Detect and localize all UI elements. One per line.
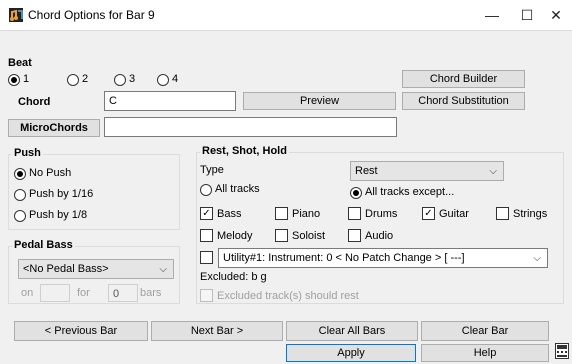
beat-label: Beat xyxy=(8,57,32,69)
push-radio-no-push[interactable]: No Push xyxy=(14,167,134,181)
track-label: Melody xyxy=(217,230,253,242)
beat-option-label: 4 xyxy=(172,73,179,85)
track-checkbox-strings[interactable]: Strings xyxy=(496,207,558,221)
track-label: Audio xyxy=(365,230,394,242)
beat-option-label: 3 xyxy=(129,73,136,85)
keyboard-icon[interactable] xyxy=(555,343,569,359)
push-option-label: Push by 1/8 xyxy=(29,209,88,221)
checkbox-icon xyxy=(200,229,213,242)
pedal-for-input[interactable]: 0 xyxy=(108,284,138,302)
app-icon xyxy=(9,8,23,22)
track-label: Soloist xyxy=(292,230,326,242)
push-radio-1-8[interactable]: Push by 1/8 xyxy=(14,209,134,223)
radio-icon xyxy=(14,210,26,222)
clear-bar-button[interactable]: Clear Bar xyxy=(421,321,549,341)
rest-radio-all-except[interactable]: All tracks except... xyxy=(350,186,490,200)
pedal-for-label: for xyxy=(77,287,90,299)
radio-icon xyxy=(200,184,212,196)
close-button[interactable]: ✕ xyxy=(541,4,571,26)
track-label: Bass xyxy=(217,208,242,220)
push-radio-1-16[interactable]: Push by 1/16 xyxy=(14,188,134,202)
checkbox-icon xyxy=(348,207,361,220)
radio-icon xyxy=(14,189,26,201)
track-checkbox-drums[interactable]: Drums xyxy=(348,207,408,221)
track-checkbox-melody[interactable]: Melody xyxy=(200,229,260,243)
track-checkbox-audio[interactable]: Audio xyxy=(348,229,408,243)
radio-icon xyxy=(114,74,126,86)
pedal-bass-label: Pedal Bass xyxy=(12,239,75,251)
beat-option-label: 1 xyxy=(23,73,30,85)
track-label: Guitar xyxy=(439,208,469,220)
rest-type-dropdown[interactable]: Rest ⌵ xyxy=(350,161,504,181)
checkbox-icon xyxy=(275,229,288,242)
next-bar-button[interactable]: Next Bar > xyxy=(151,321,283,341)
utility-track-value: Utility#1: Instrument: 0 < No Patch Chan… xyxy=(223,252,465,264)
radio-icon xyxy=(157,74,169,86)
push-label: Push xyxy=(12,147,43,159)
radio-icon xyxy=(350,187,362,199)
checkmark-icon: ✓ xyxy=(200,207,213,220)
rest-option-label: All tracks xyxy=(215,183,260,195)
track-checkbox-soloist[interactable]: Soloist xyxy=(275,229,335,243)
chord-label: Chord xyxy=(18,96,51,108)
track-label: Piano xyxy=(292,208,321,220)
excluded-rest-label: Excluded track(s) should rest xyxy=(217,290,359,302)
chord-substitution-button[interactable]: Chord Substitution xyxy=(402,92,525,110)
beat-radio-4[interactable]: 4 xyxy=(157,73,197,87)
push-option-label: No Push xyxy=(29,167,72,179)
rest-option-label: All tracks except... xyxy=(365,186,455,198)
rest-type-label: Type xyxy=(200,164,224,176)
checkbox-icon xyxy=(348,229,361,242)
chord-builder-button[interactable]: Chord Builder xyxy=(402,70,525,88)
beat-radio-3[interactable]: 3 xyxy=(114,73,154,87)
chevron-down-icon: ⌵ xyxy=(489,166,497,177)
microchords-input[interactable] xyxy=(104,117,397,137)
checkbox-icon xyxy=(275,207,288,220)
beat-radio-1[interactable]: 1 xyxy=(8,73,68,87)
chevron-down-icon: ⌵ xyxy=(533,253,541,264)
rest-radio-all-tracks[interactable]: All tracks xyxy=(200,183,300,197)
pedal-on-input[interactable] xyxy=(40,284,70,302)
rest-label: Rest, Shot, Hold xyxy=(200,145,289,157)
checkbox-icon xyxy=(200,289,213,302)
track-label: Strings xyxy=(513,208,548,220)
excluded-text: Excluded: b g xyxy=(200,271,267,283)
chord-input[interactable]: C xyxy=(104,91,236,111)
utility-checkbox[interactable] xyxy=(200,251,214,265)
previous-bar-button[interactable]: < Previous Bar xyxy=(14,321,148,341)
clear-all-bars-button[interactable]: Clear All Bars xyxy=(286,321,418,341)
preview-button[interactable]: Preview xyxy=(243,92,396,110)
title-bar: Chord Options for Bar 9 — ☐ ✕ xyxy=(0,0,572,30)
track-checkbox-guitar[interactable]: ✓ Guitar xyxy=(422,207,482,221)
help-button[interactable]: Help xyxy=(421,344,549,362)
window-title: Chord Options for Bar 9 xyxy=(28,8,155,22)
radio-icon xyxy=(8,74,20,86)
pedal-bars-label: bars xyxy=(140,287,162,299)
radio-icon xyxy=(67,74,79,86)
microchords-button[interactable]: MicroChords xyxy=(8,119,100,137)
pedal-bass-value: <No Pedal Bass> xyxy=(23,263,109,275)
track-checkbox-piano[interactable]: Piano xyxy=(275,207,335,221)
chevron-down-icon: ⌵ xyxy=(159,264,167,275)
track-label: Drums xyxy=(365,208,398,220)
pedal-on-label: on xyxy=(21,287,34,299)
radio-icon xyxy=(14,168,26,180)
minimize-button[interactable]: — xyxy=(477,4,507,26)
maximize-button[interactable]: ☐ xyxy=(512,4,542,26)
checkmark-icon: ✓ xyxy=(422,207,435,220)
excluded-rest-checkbox[interactable]: Excluded track(s) should rest xyxy=(200,289,390,303)
pedal-bass-dropdown[interactable]: <No Pedal Bass> ⌵ xyxy=(18,259,174,279)
rest-type-value: Rest xyxy=(355,165,378,177)
beat-radio-2[interactable]: 2 xyxy=(67,73,107,87)
beat-option-label: 2 xyxy=(82,73,89,85)
push-option-label: Push by 1/16 xyxy=(29,188,94,200)
checkbox-icon xyxy=(200,251,213,264)
track-checkbox-bass[interactable]: ✓ Bass xyxy=(200,207,260,221)
apply-button[interactable]: Apply xyxy=(286,344,416,362)
utility-track-dropdown[interactable]: Utility#1: Instrument: 0 < No Patch Chan… xyxy=(218,248,548,268)
checkbox-icon xyxy=(496,207,509,220)
